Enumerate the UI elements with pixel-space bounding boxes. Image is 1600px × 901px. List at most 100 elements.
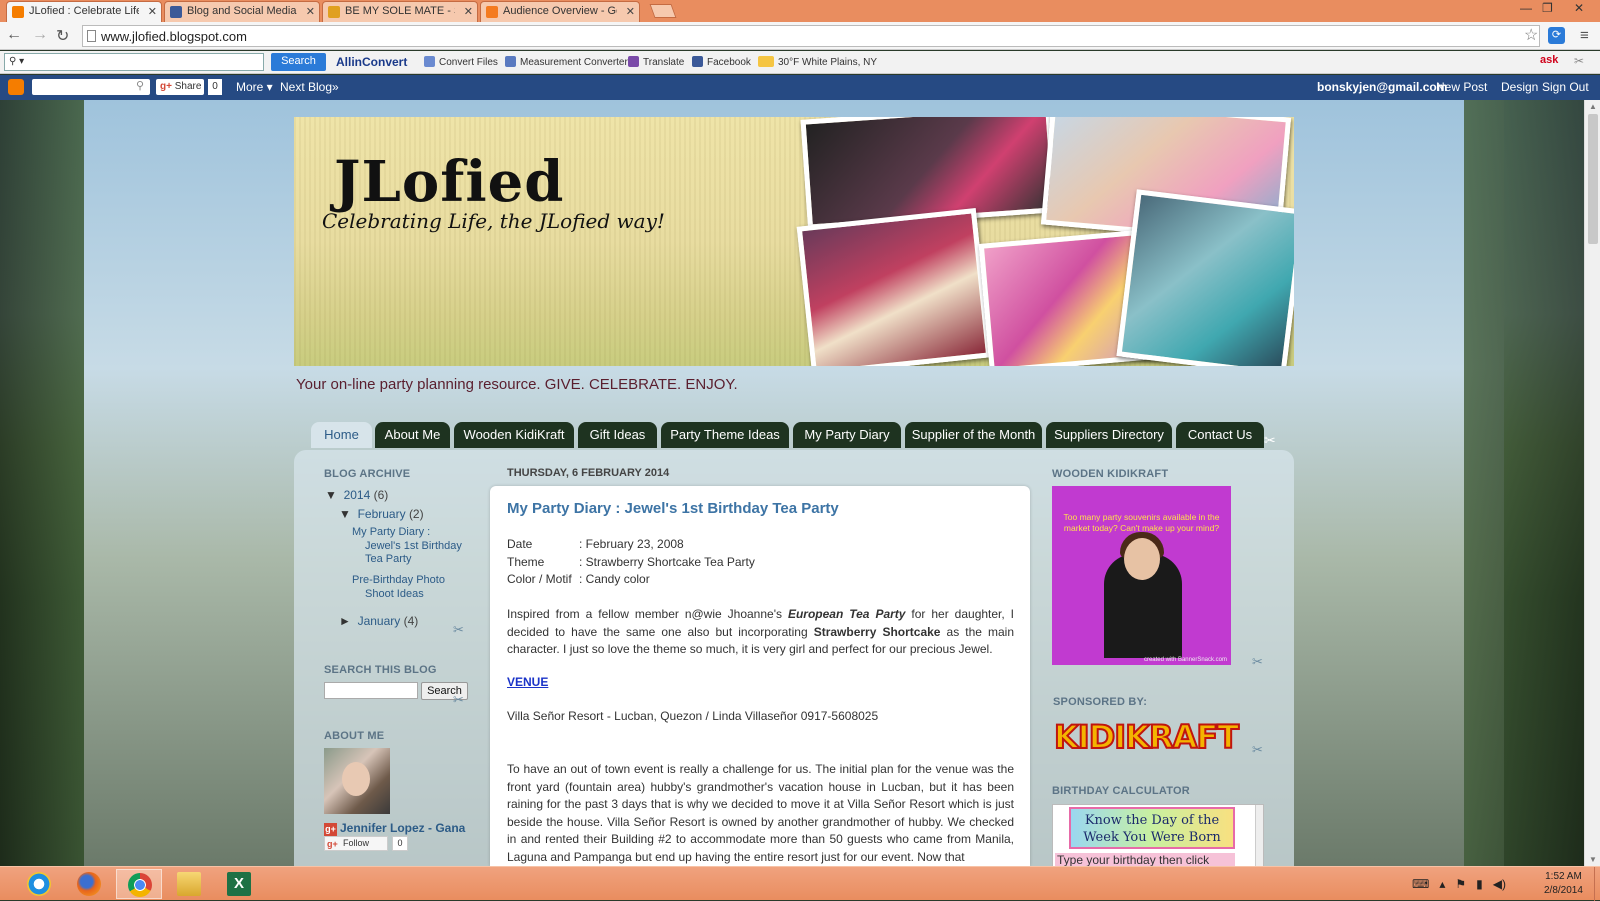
toolbar-settings-icon[interactable]: ✂ (1574, 54, 1584, 68)
gplus-share-button[interactable]: g+ Share (156, 79, 204, 95)
scroll-up-icon[interactable]: ▲ (1589, 102, 1597, 111)
next-blog-link[interactable]: Next Blog» (280, 80, 339, 94)
browser-tab-blog-social[interactable]: Blog and Social Media Ent ✕ (164, 1, 320, 22)
forward-icon[interactable]: → (32, 26, 48, 44)
minimize-icon[interactable]: — (1520, 1, 1532, 15)
nav-tab-my-party-diary[interactable]: My Party Diary (793, 422, 901, 448)
nav-tab-party-theme-ideas[interactable]: Party Theme Ideas (661, 422, 789, 448)
scrollbar-thumb[interactable] (1588, 114, 1598, 244)
new-post-link[interactable]: New Post (1436, 80, 1487, 94)
nav-tab-about-me[interactable]: About Me (375, 422, 450, 448)
page-scrollbar[interactable]: ▲ ▼ (1584, 100, 1600, 866)
toolbar-facebook[interactable]: Facebook (692, 56, 751, 68)
taskbar-firefox-button[interactable] (66, 869, 112, 899)
toolbar-search-button[interactable]: Search (271, 53, 326, 71)
edit-wrench-icon[interactable]: ✂ (1252, 654, 1263, 670)
toolbar-search-input[interactable]: ⚲ ▾ (4, 53, 264, 71)
toolbar-convert-files[interactable]: Convert Files (424, 56, 498, 68)
archive-year-2014[interactable]: ▼ 2014 (6) (325, 488, 388, 502)
search-icon[interactable]: ⚲ (136, 79, 144, 92)
firefox-icon (77, 872, 101, 896)
scroll-down-icon[interactable]: ▼ (1589, 855, 1597, 864)
profile-name-link[interactable]: g+ Jennifer Lopez - Gana (324, 821, 465, 836)
more-menu[interactable]: More ▾ (236, 80, 273, 94)
allinconvert-logo[interactable]: AllinConvert (336, 55, 407, 69)
keyboard-icon[interactable]: ⌨ (1412, 877, 1429, 891)
nav-tab-contact-us[interactable]: Contact Us (1176, 422, 1264, 448)
intro-strong: Strawberry Shortcake (813, 624, 941, 639)
taskbar-explorer-button[interactable] (166, 869, 212, 899)
blog-header-banner[interactable]: JLofied Celebrating Life, the JLofied wa… (294, 117, 1294, 366)
nav-tab-gift-ideas[interactable]: Gift Ideas (578, 422, 657, 448)
birthday-calculator-widget[interactable]: Know the Day of the Week You Were Born T… (1052, 804, 1264, 868)
new-tab-button[interactable] (649, 4, 677, 18)
close-icon[interactable]: ✕ (626, 5, 635, 18)
action-center-flag-icon[interactable]: ⚑ (1455, 877, 1466, 891)
ask-icon[interactable]: ask (1540, 54, 1558, 66)
collapse-triangle-icon[interactable]: ▼ (325, 488, 337, 502)
taskbar-ie-button[interactable] (16, 869, 62, 899)
edit-wrench-icon[interactable]: ✂ (1252, 742, 1263, 758)
close-icon[interactable]: ✕ (306, 5, 315, 18)
archive-month-january[interactable]: ► January (4) (339, 614, 418, 628)
close-icon[interactable]: ✕ (464, 5, 473, 18)
tab-title: BE MY SOLE MATE - Sole (345, 5, 455, 17)
close-icon[interactable]: ✕ (148, 5, 157, 18)
design-link[interactable]: Design (1501, 80, 1538, 94)
venue-heading-link[interactable]: VENUE (507, 675, 548, 689)
browser-tab-jlofied[interactable]: JLofied : Celebrate Life, th ✕ (6, 1, 162, 22)
kidikraft-ad-banner[interactable]: Too many party souvenirs available in th… (1052, 486, 1231, 665)
reload-icon[interactable]: ↻ (56, 26, 69, 46)
extension-icon[interactable]: ⟳ (1548, 27, 1565, 44)
edit-wrench-icon[interactable]: ✂ (453, 692, 464, 708)
blog-search-input[interactable] (32, 79, 150, 95)
user-email[interactable]: bonskyjen@gmail.com (1317, 80, 1447, 94)
toolbar-weather[interactable]: 30°F White Plains, NY (758, 56, 877, 68)
share-count: 0 (208, 79, 222, 95)
close-window-icon[interactable]: ✕ (1574, 1, 1584, 15)
taskbar-excel-button[interactable]: X (216, 869, 262, 899)
avatar[interactable] (324, 748, 390, 814)
edit-wrench-icon[interactable]: ✂ (453, 622, 464, 638)
widget-scrollbar[interactable] (1255, 805, 1263, 867)
follow-button[interactable]: g+ Follow (324, 836, 388, 851)
browser-tab-sole-mate[interactable]: BE MY SOLE MATE - Sole ✕ (322, 1, 478, 22)
url-input[interactable]: www.jlofied.blogspot.com (82, 25, 1540, 47)
edit-wrench-icon[interactable]: ✂ (1264, 432, 1276, 449)
taskbar-chrome-button[interactable] (116, 869, 162, 899)
collapse-triangle-icon[interactable]: ▼ (339, 507, 351, 521)
birthday-calculator-heading: BIRTHDAY CALCULATOR (1052, 785, 1190, 797)
toolbar-translate[interactable]: Translate (628, 56, 684, 68)
nav-tab-home[interactable]: Home (311, 422, 372, 448)
archive-month-february[interactable]: ▼ February (2) (339, 507, 424, 521)
tray-expand-icon[interactable]: ▴ (1439, 877, 1445, 891)
back-icon[interactable]: ← (6, 26, 22, 44)
gplus-icon: g+ (324, 823, 337, 836)
expand-triangle-icon[interactable]: ► (339, 614, 351, 628)
sign-out-link[interactable]: Sign Out (1542, 80, 1589, 94)
browser-tab-analytics[interactable]: Audience Overview - Goo ✕ (480, 1, 640, 22)
volume-icon[interactable]: ◀) (1493, 877, 1506, 891)
address-bar-row: ← → ↻ www.jlofied.blogspot.com ☆ ⟳ ≡ (0, 22, 1600, 50)
archive-post-pre-birthday[interactable]: Pre-Birthday Photo Shoot Ideas (352, 574, 445, 601)
archive-post-jewels-party[interactable]: My Party Diary : Jewel's 1st Birthday Te… (352, 526, 462, 567)
kidikraft-sponsor-logo[interactable]: KIDIKRAFT (1053, 717, 1240, 757)
maximize-icon[interactable]: ❐ (1542, 1, 1553, 15)
ruler-icon (505, 56, 516, 67)
archive-post-line: My Party Diary : (352, 526, 431, 538)
detail-label: Date (507, 537, 533, 551)
bookmark-star-icon[interactable]: ☆ (1524, 25, 1538, 45)
blogger-icon[interactable] (8, 79, 24, 95)
nav-tab-wooden-kidikraft[interactable]: Wooden KidiKraft (454, 422, 574, 448)
browser-tab-bar: JLofied : Celebrate Life, th ✕ Blog and … (0, 0, 1600, 22)
toolbar-measurement-converter[interactable]: Measurement Converter (505, 56, 628, 68)
blog-search-input[interactable] (324, 682, 418, 699)
system-clock[interactable]: 1:52 AM 2/8/2014 (1544, 870, 1583, 898)
network-icon[interactable]: ▮ (1476, 877, 1483, 891)
profile-name: Jennifer Lopez - Gana (340, 821, 466, 835)
post-title[interactable]: My Party Diary : Jewel's 1st Birthday Te… (507, 500, 839, 517)
menu-icon[interactable]: ≡ (1580, 27, 1589, 44)
nav-tab-supplier-of-the-month[interactable]: Supplier of the Month (905, 422, 1042, 448)
show-desktop-button[interactable] (1594, 867, 1600, 901)
nav-tab-suppliers-directory[interactable]: Suppliers Directory (1046, 422, 1172, 448)
